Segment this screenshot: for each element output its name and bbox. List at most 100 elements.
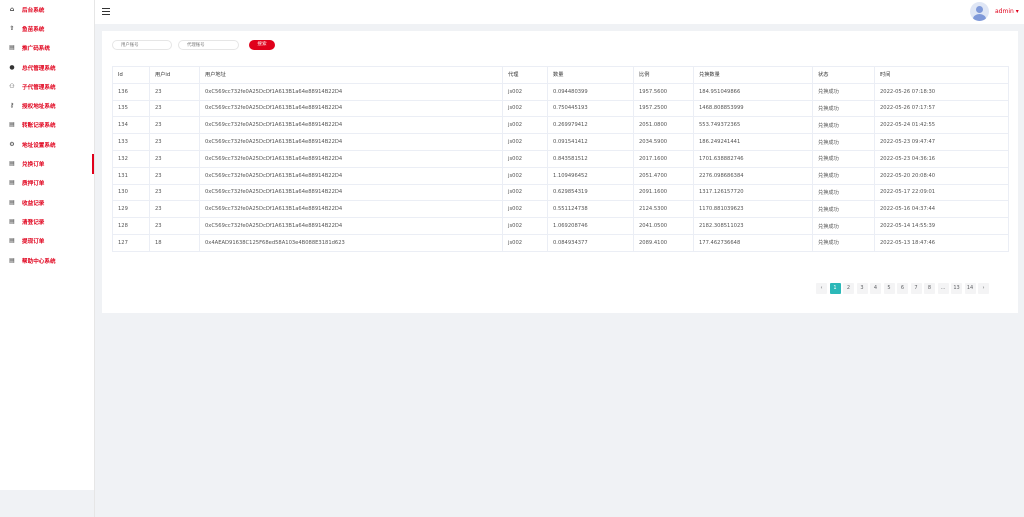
list-icon: ▤ xyxy=(9,198,15,206)
table-cell: 1.109496452 xyxy=(547,166,634,185)
table-cell: 兑换成功 xyxy=(812,116,875,135)
sidebar-item[interactable]: ▤ 转账记录系统 xyxy=(0,116,94,135)
table-cell: 0.750445193 xyxy=(547,99,634,118)
page-button[interactable]: 3 xyxy=(856,283,868,294)
table-row: 135 23 0xC569cc732fe0A25DcDf1A613B1a64e889… xyxy=(112,99,1009,118)
table-cell: 23 xyxy=(149,183,200,202)
sidebar-item[interactable]: ▤ 收益记录 xyxy=(0,193,94,212)
table-cell: 132 xyxy=(112,149,150,168)
table-cell: 0.551124738 xyxy=(547,200,634,219)
table-cell: 0.094480399 xyxy=(547,82,634,101)
table-cell: 134 xyxy=(112,116,150,135)
menu-toggle-icon[interactable] xyxy=(102,8,110,15)
table-cell: 23 xyxy=(149,166,200,185)
agent-account-input[interactable] xyxy=(178,40,239,50)
prev-page-button[interactable]: ‹ xyxy=(816,283,827,294)
table-row: 130 23 0xC569cc732fe0A25DcDf1A613B1a64e889… xyxy=(112,183,1009,202)
table-cell: 0xC569cc732fe0A25DcDf1A613B1a64e88914B22… xyxy=(199,166,503,185)
page-button[interactable]: 4 xyxy=(870,283,881,294)
users-icon: ⚇ xyxy=(9,82,15,90)
sidebar-item[interactable]: ▤ 推广码系统 xyxy=(0,39,94,58)
orders-table: Id 用户id 用户地址 代理 数量 比例 兑换数量 状态 时间 136 23 0xC569cc73… xyxy=(112,66,1009,252)
table-cell: 2091.1600 xyxy=(633,183,694,202)
page-ellipsis[interactable]: ... xyxy=(937,283,949,294)
column-header: 用户地址 xyxy=(199,66,503,84)
table-cell: 2182.308511023 xyxy=(693,217,813,235)
table-cell: 兑换成功 xyxy=(812,99,875,118)
table-cell: 2022-05-26 07:17:57 xyxy=(874,99,1009,118)
table-cell: 2022-05-23 09:47:47 xyxy=(874,133,1009,151)
table-cell: 127 xyxy=(112,233,150,252)
table-cell: 0xC569cc732fe0A25DcDf1A613B1a64e88914B22… xyxy=(199,99,503,118)
table-cell: 18 xyxy=(149,233,200,252)
table-cell: 0.629854319 xyxy=(547,183,634,202)
table-cell: js002 xyxy=(502,233,548,252)
table-cell: 23 xyxy=(149,200,200,219)
sidebar-item[interactable]: ⚇ 子代管理系统 xyxy=(0,77,94,96)
next-page-button[interactable]: › xyxy=(978,283,989,294)
avatar[interactable] xyxy=(970,2,989,21)
sidebar-item-label: 清登记录 xyxy=(22,219,45,226)
table-cell: 23 xyxy=(149,149,200,168)
table-row: 136 23 0xC569cc732fe0A25DcDf1A613B1a64e889… xyxy=(112,82,1009,101)
pagination: ‹ 1 2 3 4 5 6 7 8... 13 14 › xyxy=(816,283,989,294)
table-cell: 0x4AEAD91638C125F68ed58A103e4B088E3181d6… xyxy=(199,233,503,252)
table-cell: 0xC569cc732fe0A25DcDf1A613B1a64e88914B22… xyxy=(199,82,503,101)
list-icon: ▤ xyxy=(9,217,15,225)
table-cell: js002 xyxy=(502,82,548,101)
list-icon: ▤ xyxy=(9,237,15,245)
page-button[interactable]: 7 xyxy=(910,283,922,294)
sidebar-item-label: 子代管理系统 xyxy=(22,84,56,91)
table-cell: 129 xyxy=(112,200,150,219)
column-header: 代理 xyxy=(502,66,548,84)
table-cell: 兑换成功 xyxy=(812,82,875,101)
page-button[interactable]: 13 xyxy=(951,283,962,294)
table-cell: 2051.4700 xyxy=(633,166,694,185)
sidebar-item-label: 总代管理系统 xyxy=(22,65,56,72)
list-icon: ▤ xyxy=(9,179,15,187)
sidebar: ⌂ 后台系统 ⇧ 鱼苗系统 ▤ 推广码系统 ● 总代管理系统 ⚇ 子代管理系统 ⚷ 授权地址系统 ▤ 转账… xyxy=(0,0,95,517)
table-cell: 23 xyxy=(149,82,200,101)
table-cell: 0.091541412 xyxy=(547,133,634,151)
table-cell: 0xC569cc732fe0A25DcDf1A613B1a64e88914B22… xyxy=(199,116,503,135)
sidebar-item[interactable]: ▤ 帮助中心系统 xyxy=(0,251,94,270)
table-cell: 128 xyxy=(112,217,150,235)
table-cell: 133 xyxy=(112,133,150,151)
sidebar-item[interactable]: ▤ 提现订单 xyxy=(0,232,94,251)
page-button[interactable]: 8 xyxy=(924,283,935,294)
sidebar-item-label: 提现订单 xyxy=(22,239,45,246)
table-cell: 177.462736648 xyxy=(693,233,813,252)
sidebar-menu: ⌂ 后台系统 ⇧ 鱼苗系统 ▤ 推广码系统 ● 总代管理系统 ⚇ 子代管理系统 ⚷ 授权地址系统 ▤ 转账… xyxy=(0,0,94,270)
sidebar-item[interactable]: ▤ 质押订单 xyxy=(0,174,94,193)
page-button[interactable]: 6 xyxy=(897,283,908,294)
user-menu[interactable]: admin ▾ xyxy=(995,8,1019,15)
sidebar-item[interactable]: ▤ 清登记录 xyxy=(0,212,94,231)
list-icon: ▤ xyxy=(9,121,15,129)
sidebar-item[interactable]: ⇧ 鱼苗系统 xyxy=(0,19,94,38)
page-button[interactable]: 5 xyxy=(883,283,895,294)
table-cell: 130 xyxy=(112,183,150,202)
sidebar-item-label: 地址设置系统 xyxy=(22,142,56,149)
table-cell: js002 xyxy=(502,99,548,118)
table-cell: 1170.881039623 xyxy=(693,200,813,219)
sidebar-item[interactable]: ⚙ 地址设置系统 xyxy=(0,135,94,154)
user-account-input[interactable] xyxy=(112,40,172,50)
sidebar-item[interactable]: ▤ 兑换订单 xyxy=(0,154,94,174)
page-button[interactable]: 1 xyxy=(829,283,841,294)
column-header: 兑换数量 xyxy=(693,66,813,84)
table-cell: 2051.0800 xyxy=(633,116,694,135)
search-button[interactable]: 搜索 xyxy=(249,40,275,50)
table-cell: 兑换成功 xyxy=(812,133,875,151)
column-header: 时间 xyxy=(874,66,1009,84)
sidebar-item[interactable]: ⌂ 后台系统 xyxy=(0,0,94,19)
sidebar-item[interactable]: ● 总代管理系统 xyxy=(0,58,94,77)
page-button[interactable]: 14 xyxy=(964,283,976,294)
table-cell: js002 xyxy=(502,217,548,235)
column-header: 状态 xyxy=(812,66,875,84)
key-icon: ⚷ xyxy=(9,102,15,110)
table-cell: 131 xyxy=(112,166,150,185)
sidebar-item-label: 推广码系统 xyxy=(22,46,50,53)
page-button[interactable]: 2 xyxy=(843,283,854,294)
sidebar-item[interactable]: ⚷ 授权地址系统 xyxy=(0,96,94,115)
table-cell: 兑换成功 xyxy=(812,183,875,202)
